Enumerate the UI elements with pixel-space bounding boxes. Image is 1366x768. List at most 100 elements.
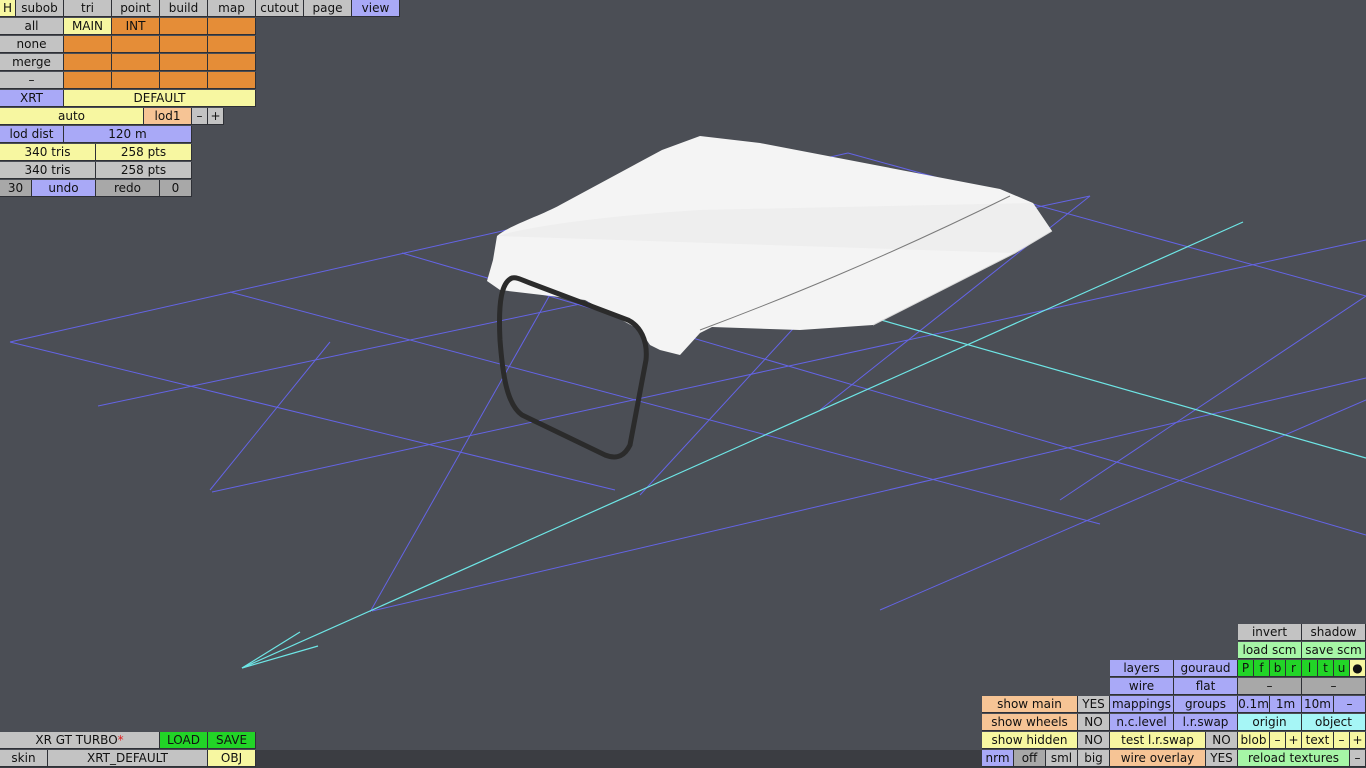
size-off-button[interactable]: off	[1014, 750, 1046, 767]
select-all-button[interactable]: all	[0, 18, 64, 35]
tris-count: 340 tris	[0, 144, 96, 161]
redo-button[interactable]: redo	[96, 180, 160, 197]
lod-dist-value[interactable]: 120 m	[64, 126, 192, 143]
lod-level-button[interactable]: lod1	[144, 108, 192, 125]
text-plus-button[interactable]: +	[1350, 732, 1366, 749]
grid-size-01m-button[interactable]: 0.1m	[1238, 696, 1270, 713]
blob-minus-button[interactable]: –	[1270, 732, 1286, 749]
car-code-button[interactable]: XRT	[0, 90, 64, 107]
show-wheels-label[interactable]: show wheels	[982, 714, 1078, 731]
reload-minus-button[interactable]: –	[1350, 750, 1366, 767]
group-main[interactable]: MAIN	[64, 18, 112, 35]
view-left-button[interactable]: l	[1302, 660, 1318, 677]
group-slot[interactable]	[160, 18, 208, 35]
show-hidden-value[interactable]: NO	[1078, 732, 1110, 749]
wire-overlay-value[interactable]: YES	[1206, 750, 1238, 767]
show-hidden-label[interactable]: show hidden	[982, 732, 1078, 749]
group-slot[interactable]	[208, 36, 256, 53]
view-back-button[interactable]: b	[1270, 660, 1286, 677]
skin-button[interactable]: skin	[0, 750, 48, 767]
text-button[interactable]: text	[1302, 732, 1334, 749]
group-slot[interactable]	[64, 36, 112, 53]
load-button[interactable]: LOAD	[160, 732, 208, 749]
flat-button[interactable]: flat	[1174, 678, 1238, 695]
object-button[interactable]: object	[1302, 714, 1366, 731]
select-none-button[interactable]: none	[0, 36, 64, 53]
tab-map[interactable]: map	[208, 0, 256, 17]
groups-button[interactable]: groups	[1174, 696, 1238, 713]
gouraud-button[interactable]: gouraud	[1174, 660, 1238, 677]
view-top-button[interactable]: t	[1318, 660, 1334, 677]
group-slot[interactable]	[160, 72, 208, 89]
tab-cutout[interactable]: cutout	[256, 0, 304, 17]
invert-button[interactable]: invert	[1238, 624, 1302, 641]
show-main-label[interactable]: show main	[982, 696, 1078, 713]
origin-button[interactable]: origin	[1238, 714, 1302, 731]
group-int[interactable]: INT	[112, 18, 160, 35]
group-slot[interactable]	[160, 36, 208, 53]
dash-button-1[interactable]: –	[1238, 678, 1302, 695]
view-right-button[interactable]: r	[1286, 660, 1302, 677]
blob-button[interactable]: blob	[1238, 732, 1270, 749]
group-slot[interactable]	[112, 36, 160, 53]
grid-size-10m-button[interactable]: 10m	[1302, 696, 1334, 713]
pts-count: 258 pts	[96, 144, 192, 161]
grid-minus-button[interactable]: –	[1334, 696, 1366, 713]
tab-page[interactable]: page	[304, 0, 352, 17]
skin-name-button[interactable]: XRT_DEFAULT	[48, 750, 208, 767]
lod-plus-button[interactable]: +	[208, 108, 224, 125]
undo-button[interactable]: undo	[32, 180, 96, 197]
text-minus-button[interactable]: –	[1334, 732, 1350, 749]
grid-size-1m-button[interactable]: 1m	[1270, 696, 1302, 713]
obj-button[interactable]: OBJ	[208, 750, 256, 767]
size-big-button[interactable]: big	[1078, 750, 1110, 767]
test-lr-swap-value[interactable]: NO	[1206, 732, 1238, 749]
tab-point[interactable]: point	[112, 0, 160, 17]
lod-mode-button[interactable]: auto	[0, 108, 144, 125]
view-front-button[interactable]: f	[1254, 660, 1270, 677]
tris-count-total: 340 tris	[0, 162, 96, 179]
group-slot[interactable]	[112, 54, 160, 71]
nc-level-button[interactable]: n.c.level	[1110, 714, 1174, 731]
layers-button[interactable]: layers	[1110, 660, 1174, 677]
group-slot[interactable]	[64, 54, 112, 71]
view-perspective-button[interactable]: P	[1238, 660, 1254, 677]
view-dot-button[interactable]: ●	[1350, 660, 1366, 677]
shadow-button[interactable]: shadow	[1302, 624, 1366, 641]
show-wheels-value[interactable]: NO	[1078, 714, 1110, 731]
config-button[interactable]: DEFAULT	[64, 90, 256, 107]
car-name-button[interactable]: XR GT TURBO*	[0, 732, 160, 749]
load-scm-button[interactable]: load scm	[1238, 642, 1302, 659]
size-nrm-button[interactable]: nrm	[982, 750, 1014, 767]
size-sml-button[interactable]: sml	[1046, 750, 1078, 767]
redo-count: 0	[160, 180, 192, 197]
mappings-button[interactable]: mappings	[1110, 696, 1174, 713]
group-slot[interactable]	[112, 72, 160, 89]
wire-button[interactable]: wire	[1110, 678, 1174, 695]
group-slot[interactable]	[64, 72, 112, 89]
merge-button[interactable]: merge	[0, 54, 64, 71]
blob-plus-button[interactable]: +	[1286, 732, 1302, 749]
tab-tri[interactable]: tri	[64, 0, 112, 17]
reload-textures-button[interactable]: reload textures	[1238, 750, 1350, 767]
group-slot[interactable]	[208, 54, 256, 71]
save-scm-button[interactable]: save scm	[1302, 642, 1366, 659]
undo-count: 30	[0, 180, 32, 197]
group-slot[interactable]	[208, 18, 256, 35]
modified-mark: *	[117, 733, 124, 747]
view-under-button[interactable]: u	[1334, 660, 1350, 677]
group-slot[interactable]	[208, 72, 256, 89]
tab-view[interactable]: view	[352, 0, 400, 17]
group-slot[interactable]	[160, 54, 208, 71]
tab-build[interactable]: build	[160, 0, 208, 17]
lod-minus-button[interactable]: –	[192, 108, 208, 125]
tab-subob[interactable]: subob	[16, 0, 64, 17]
lr-swap-button[interactable]: l.r.swap	[1174, 714, 1238, 731]
save-button[interactable]: SAVE	[208, 732, 256, 749]
test-lr-swap-label[interactable]: test l.r.swap	[1110, 732, 1206, 749]
dash-button-2[interactable]: –	[1302, 678, 1366, 695]
wire-overlay-label[interactable]: wire overlay	[1110, 750, 1206, 767]
help-button[interactable]: H	[0, 0, 16, 17]
dash-button[interactable]: –	[0, 72, 64, 89]
show-main-value[interactable]: YES	[1078, 696, 1110, 713]
